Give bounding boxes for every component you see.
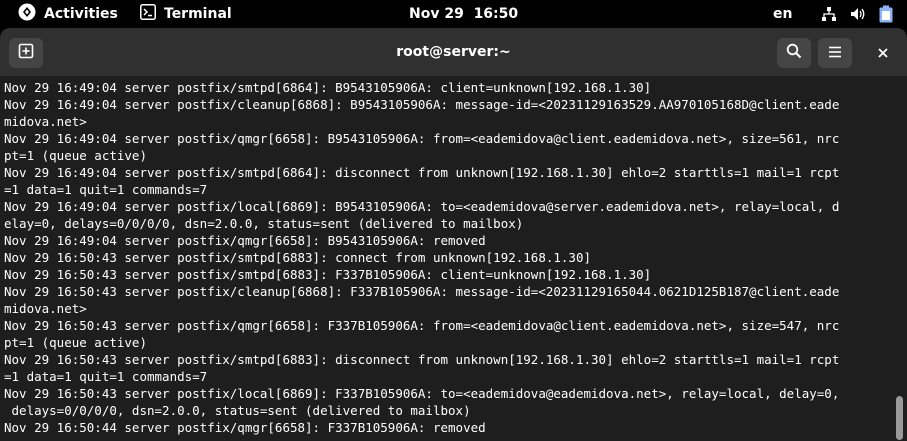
clock[interactable]: Nov 29 16:50 [409,0,518,28]
terminal-line: delays=0/0/0/0, dsn=2.0.0, status=sent (… [4,403,471,418]
activities-button[interactable]: Activities [18,0,118,28]
clock-label: Nov 29 16:50 [409,6,519,22]
terminal-line: Nov 29 16:49:04 server postfix/cleanup[6… [4,97,840,112]
app-menu-button[interactable]: Terminal [140,0,232,28]
terminal-line: =1 data=1 quit=1 commands=7 [4,369,208,384]
window-header: root@server:~ [0,28,907,76]
terminal-line: Nov 29 16:50:43 server postfix/smtpd[688… [4,352,840,367]
terminal-line: midova.net> [4,301,87,316]
language-label: en [773,6,793,22]
terminal-app-icon [140,4,156,24]
terminal-line: elay=0, delays=0/0/0/0, dsn=2.0.0, statu… [4,216,524,231]
terminal-line: Nov 29 16:49:04 server postfix/local[686… [4,199,840,214]
activities-label: Activities [44,6,118,22]
close-icon [877,44,889,63]
search-icon [786,43,802,63]
window-title: root@server:~ [396,44,511,60]
hamburger-menu-icon [828,44,842,63]
new-tab-icon [18,43,34,63]
terminal-line: Nov 29 16:49:04 server postfix/qmgr[6658… [4,233,486,248]
app-label: Terminal [164,6,232,22]
terminal-line: Nov 29 16:50:43 server postfix/smtpd[688… [4,267,652,282]
terminal-line: Nov 29 16:50:43 server postfix/qmgr[6658… [4,318,840,333]
menu-button[interactable] [818,38,852,68]
fedora-logo-icon [18,3,36,25]
terminal-line: pt=1 (queue active) [4,335,147,350]
terminal-line: midova.net> [4,114,87,129]
language-indicator[interactable]: en [773,0,792,28]
terminal-line: Nov 29 16:50:44 server postfix/qmgr[6658… [4,420,486,435]
terminal-line: Nov 29 16:50:43 server postfix/local[686… [4,386,840,401]
new-tab-button[interactable] [9,38,43,68]
battery-icon[interactable] [878,0,894,28]
terminal-line: Nov 29 16:49:04 server postfix/qmgr[6658… [4,131,840,146]
network-icon[interactable] [821,0,837,28]
terminal-lines: Nov 29 16:49:04 server postfix/smtpd[686… [4,79,894,436]
terminal-line: pt=1 (queue active) [4,148,147,163]
close-window-button[interactable] [866,38,900,68]
terminal-line: Nov 29 16:49:04 server postfix/smtpd[686… [4,165,840,180]
scrollbar[interactable] [896,396,903,440]
terminal-line: Nov 29 16:50:43 server postfix/cleanup[6… [4,284,840,299]
terminal-line: =1 data=1 quit=1 commands=7 [4,182,208,197]
search-button[interactable] [777,38,811,68]
terminal-output[interactable]: Nov 29 16:49:04 server postfix/smtpd[686… [0,76,907,441]
top-bar: Activities Terminal Nov 29 16:50 en [0,0,907,28]
terminal-line: Nov 29 16:50:43 server postfix/smtpd[688… [4,250,591,265]
volume-icon[interactable] [850,0,866,28]
terminal-line: Nov 29 16:49:04 server postfix/smtpd[686… [4,80,652,95]
